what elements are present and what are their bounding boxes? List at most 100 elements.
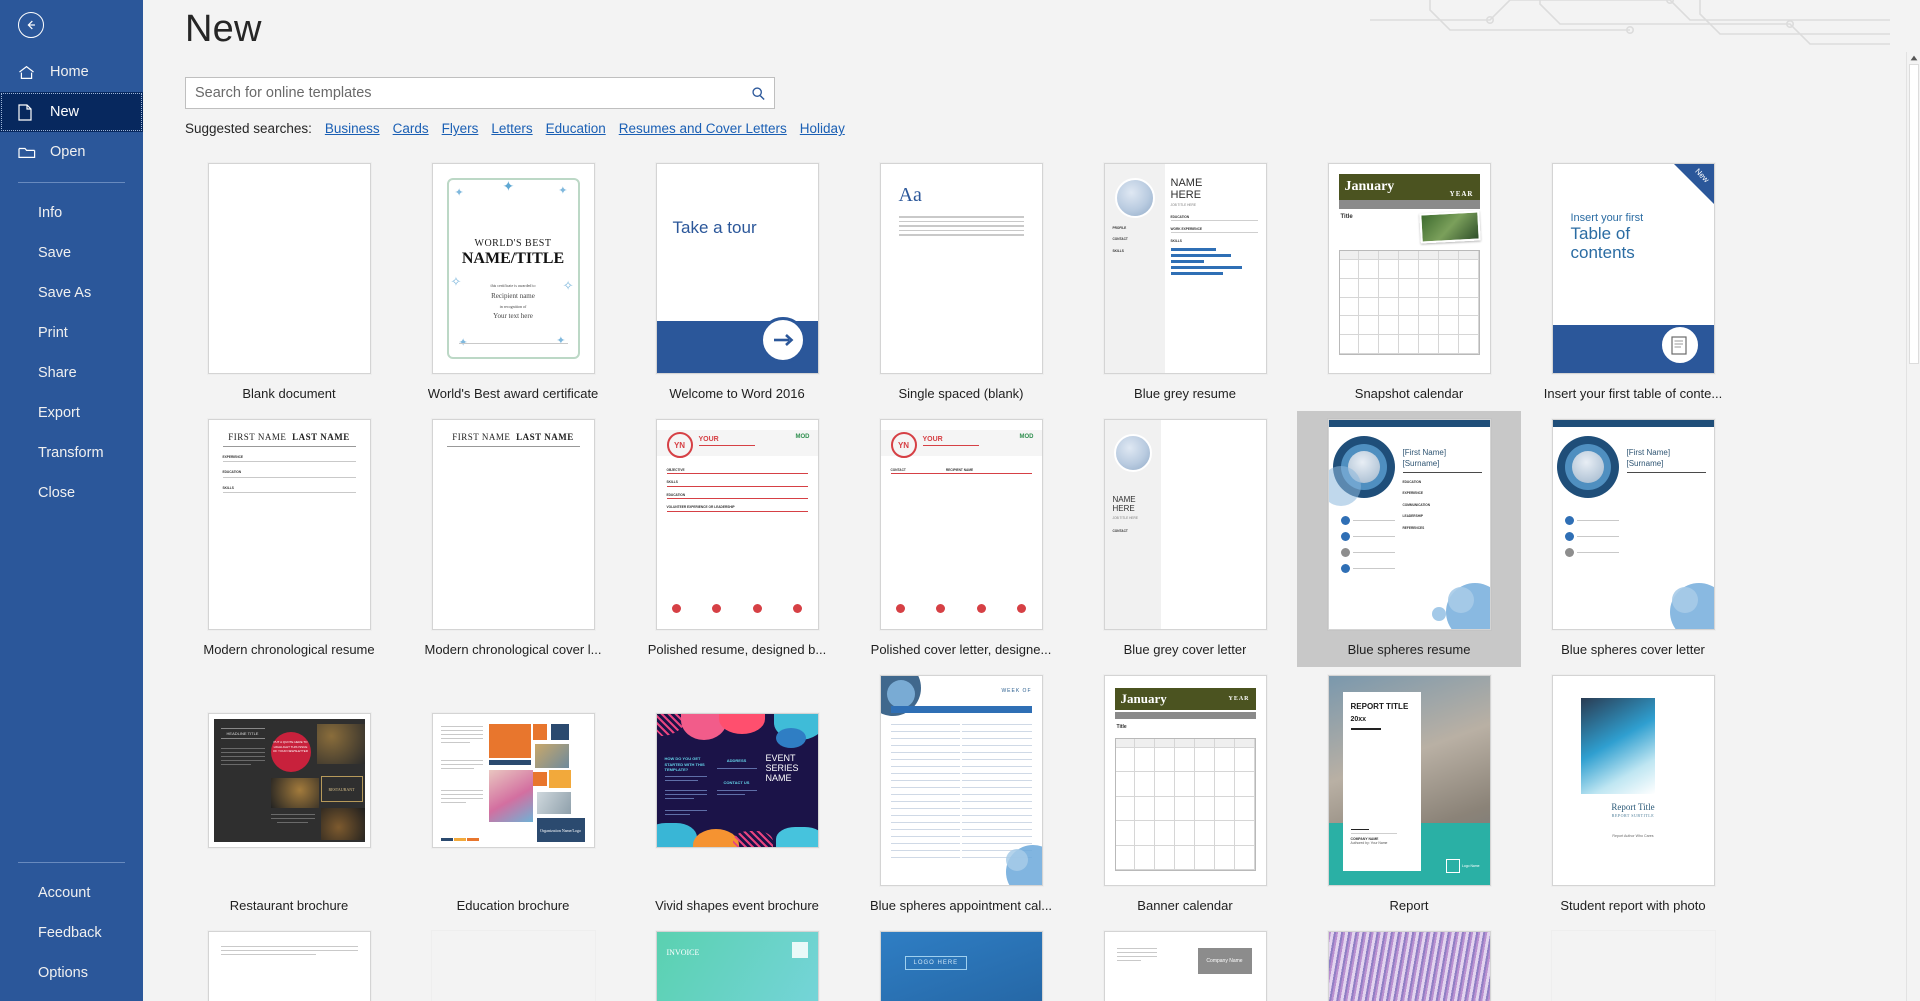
sidebar-item-info[interactable]: Info bbox=[0, 193, 143, 233]
template-tile-restaurant-brochure[interactable]: HEADLINE TITLE PUT A QUOTE HERE TO HIGHL… bbox=[177, 667, 401, 923]
thumbnail: YN YOUR MOD OBJECTIVE SKILLS EDUCATION V… bbox=[655, 419, 819, 630]
template-tile-blue-spheres-resume[interactable]: [First Name] [Surname] EDUCATION EXPERIE… bbox=[1297, 411, 1521, 667]
sidebar-item-print[interactable]: Print bbox=[0, 313, 143, 353]
suggested-link-flyers[interactable]: Flyers bbox=[442, 121, 479, 136]
spheres-last-name: [Surname] bbox=[1402, 458, 1440, 468]
search-input[interactable] bbox=[186, 78, 774, 108]
template-tile-row4-4[interactable]: LOGO HERE bbox=[849, 923, 1073, 1001]
thumbnail: Take a tour bbox=[655, 163, 819, 374]
template-tile-banner-calendar[interactable]: January YEAR Title Banner calendar bbox=[1073, 667, 1297, 923]
sidebar-item-feedback[interactable]: Feedback bbox=[0, 913, 143, 953]
avatar bbox=[1113, 434, 1152, 472]
thumbnail bbox=[1327, 931, 1491, 1001]
template-label: Polished resume, designed b... bbox=[647, 642, 827, 657]
vivid-question: HOW DO YOU GET STARTED WITH THIS TEMPLAT… bbox=[664, 756, 705, 773]
sidebar-bottom-group: Account Feedback Options bbox=[0, 852, 143, 1001]
template-tile-student-report-with-photo[interactable]: Report Title REPORT SUBTITLE Report Auth… bbox=[1521, 667, 1745, 923]
template-tile-row4-7[interactable] bbox=[1521, 923, 1745, 1001]
polished-cover-initials: YN bbox=[890, 432, 917, 458]
thumb-art-toc: New Insert your first Table of contents bbox=[1551, 163, 1715, 374]
template-label: World's Best award certificate bbox=[427, 386, 599, 401]
template-tile-row4-5[interactable]: Company Name bbox=[1073, 923, 1297, 1001]
template-tile-row4-3[interactable]: INVOICE bbox=[625, 923, 849, 1001]
calendar-year: YEAR bbox=[1449, 190, 1474, 198]
sidebar-item-save-as[interactable]: Save As bbox=[0, 273, 143, 313]
thumbnail: Aa bbox=[879, 163, 1043, 374]
cover-first-name: FIRST NAME bbox=[452, 432, 511, 442]
vertical-scrollbar[interactable] bbox=[1906, 52, 1920, 1001]
template-tile-modern-chronological-resume[interactable]: FIRST NAME LAST NAME EXPERIENCE EDUCATIO… bbox=[177, 411, 401, 667]
search-icon[interactable] bbox=[744, 80, 772, 106]
template-label: Blue grey resume bbox=[1134, 386, 1236, 401]
template-tile-blue-grey-resume[interactable]: PROFILE CONTACT SKILLS NAME HERE JOB TIT… bbox=[1073, 155, 1297, 411]
report-logo-label: Logo Name bbox=[1461, 864, 1480, 868]
search-box[interactable] bbox=[185, 77, 775, 109]
thumb-art-education-brochure: Organization Name/Logo bbox=[431, 713, 595, 848]
resume-first-name: FIRST NAME bbox=[228, 432, 287, 442]
sidebar-item-label: Close bbox=[38, 485, 76, 501]
suggested-link-resumes-cover-letters[interactable]: Resumes and Cover Letters bbox=[619, 121, 787, 136]
template-tile-row4-2[interactable] bbox=[401, 923, 625, 1001]
back-button[interactable] bbox=[10, 4, 52, 46]
template-tile-vivid-shapes-event-brochure[interactable]: HOW DO YOU GET STARTED WITH THIS TEMPLAT… bbox=[625, 667, 849, 923]
template-tile-welcome-to-word[interactable]: Take a tour Welcome to Word 2016 bbox=[625, 155, 849, 411]
single-spaced-aa: Aa bbox=[898, 184, 922, 206]
sidebar-item-label: Share bbox=[38, 365, 77, 381]
template-tile-blue-spheres-appointment-calendar[interactable]: WEEK OF Blue spheres appointment cal... bbox=[849, 667, 1073, 923]
vivid-contact-label: CONTACT US bbox=[723, 780, 750, 785]
template-tile-single-spaced[interactable]: Aa Single spaced (blank) bbox=[849, 155, 1073, 411]
template-tile-blue-spheres-cover-letter[interactable]: [First Name] [Surname] Blue spheres cove… bbox=[1521, 411, 1745, 667]
sidebar-item-save[interactable]: Save bbox=[0, 233, 143, 273]
thumb-art-blue-spheres-resume: [First Name] [Surname] EDUCATION EXPERIE… bbox=[1327, 419, 1491, 630]
thumbnail: January YEAR Title bbox=[1327, 163, 1491, 374]
suggested-link-holiday[interactable]: Holiday bbox=[800, 121, 845, 136]
sidebar-item-transform[interactable]: Transform bbox=[0, 433, 143, 473]
cover-last-name: LAST NAME bbox=[516, 432, 574, 442]
template-tile-polished-resume[interactable]: YN YOUR MOD OBJECTIVE SKILLS EDUCATION V… bbox=[625, 411, 849, 667]
suggested-link-letters[interactable]: Letters bbox=[491, 121, 532, 136]
resume-name-line-1: NAME bbox=[1170, 177, 1203, 189]
sidebar-item-home[interactable]: Home bbox=[0, 52, 143, 92]
template-label: Education brochure bbox=[456, 898, 570, 913]
suggested-link-cards[interactable]: Cards bbox=[393, 121, 429, 136]
resume-job-title: JOB TITLE HERE bbox=[1170, 203, 1196, 208]
template-tile-row4-6[interactable] bbox=[1297, 923, 1521, 1001]
template-tile-award-certificate[interactable]: ✦ ✦ ✦ ✧ ✧ ✦ ✦ WORLD'S BEST NAME/TITLE th… bbox=[401, 155, 625, 411]
sidebar-item-account[interactable]: Account bbox=[0, 873, 143, 913]
scroll-up-arrow-icon[interactable] bbox=[1907, 51, 1920, 65]
sidebar-item-open[interactable]: Open bbox=[0, 132, 143, 172]
template-tile-table-of-contents[interactable]: New Insert your first Table of contents bbox=[1521, 155, 1745, 411]
thumb-art-partial-blank2 bbox=[1551, 931, 1715, 1001]
template-tile-blank-document[interactable]: Blank document bbox=[177, 155, 401, 411]
sidebar-item-options[interactable]: Options bbox=[0, 953, 143, 993]
sidebar-item-label: Save bbox=[38, 245, 72, 261]
banner-title: Title bbox=[1116, 724, 1127, 730]
toc-doc-icon bbox=[1659, 325, 1700, 365]
vivid-address-label: ADDRESS bbox=[726, 758, 747, 763]
template-label: Report bbox=[1389, 898, 1429, 913]
template-tile-polished-cover-letter[interactable]: YN YOUR MOD CONTACT RECIPIENT NAME Polis… bbox=[849, 411, 1073, 667]
home-icon bbox=[18, 63, 40, 81]
calendar-month: January bbox=[1344, 179, 1395, 194]
template-label: Polished cover letter, designe... bbox=[870, 642, 1052, 657]
suggested-link-education[interactable]: Education bbox=[546, 121, 606, 136]
template-tile-report[interactable]: REPORT TITLE 20xx COMPANY NAME Authored … bbox=[1297, 667, 1521, 923]
sidebar-item-new[interactable]: New bbox=[0, 92, 143, 132]
template-tile-snapshot-calendar[interactable]: January YEAR Title Snapshot calendar bbox=[1297, 155, 1521, 411]
template-tile-blue-grey-cover-letter[interactable]: NAME HERE JOB TITLE HERE CONTACT Blue gr… bbox=[1073, 411, 1297, 667]
template-label: Student report with photo bbox=[1560, 898, 1706, 913]
template-tile-row4-1[interactable] bbox=[177, 923, 401, 1001]
suggested-link-business[interactable]: Business bbox=[325, 121, 380, 136]
polished-cover-mod: MOD bbox=[1019, 434, 1034, 440]
student-report-subtitle: REPORT SUBTITLE bbox=[1611, 813, 1655, 818]
sidebar-item-close[interactable]: Close bbox=[0, 473, 143, 513]
template-tile-modern-chronological-cover-letter[interactable]: FIRST NAME LAST NAME Modern chronologica… bbox=[401, 411, 625, 667]
invoice-label: INVOICE bbox=[666, 948, 700, 957]
sidebar-item-share[interactable]: Share bbox=[0, 353, 143, 393]
scrollbar-thumb[interactable] bbox=[1909, 64, 1919, 364]
polished-initials: YN bbox=[666, 432, 693, 458]
sidebar-item-export[interactable]: Export bbox=[0, 393, 143, 433]
template-label: Blue spheres cover letter bbox=[1561, 642, 1705, 657]
sidebar-item-label: Open bbox=[50, 144, 86, 160]
template-tile-education-brochure[interactable]: Organization Name/Logo Education brochur… bbox=[401, 667, 625, 923]
